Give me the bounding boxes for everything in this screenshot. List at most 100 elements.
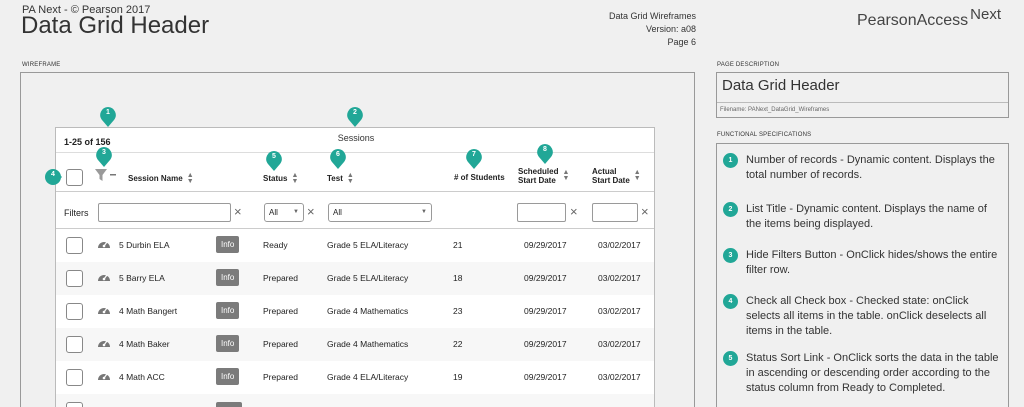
scheduled-date-cell: 09/29/2017 (524, 240, 567, 250)
scheduled-header-line1: Scheduled (518, 167, 559, 176)
spec-number: 4 (723, 294, 738, 309)
filter-icon (95, 169, 116, 181)
page-description-filename: Filename: PANext_DataGrid_Wireframes (717, 102, 1008, 117)
test-filter-value: All (333, 208, 342, 217)
info-button[interactable]: Info (216, 269, 240, 286)
session-name-filter-input[interactable] (98, 203, 231, 222)
clear-filter-icon[interactable]: × (234, 204, 242, 219)
column-session-name[interactable]: Session Name ▲ ▼ (128, 172, 194, 185)
status-filter-value: All (269, 208, 278, 217)
page-title: Data Grid Header (21, 12, 210, 39)
filter-row: Filters × All ▼ × All ▼ × × (56, 193, 654, 229)
students-cell: 22 (453, 339, 463, 349)
filters-label: Filters (64, 208, 89, 218)
scheduled-date-cell: 09/29/2017 (524, 339, 567, 349)
sort-icon: ▲ ▼ (562, 169, 570, 182)
sort-icon: ▲ ▼ (346, 172, 354, 185)
students-cell: 21 (453, 240, 463, 250)
column-status[interactable]: Status ▲ ▼ (263, 172, 299, 185)
table-row[interactable]: 4 Math ACC Info Prepared Grade 4 ELA/Lit… (56, 361, 654, 394)
info-button[interactable] (216, 402, 242, 407)
session-name[interactable]: 5 Durbin ELA (119, 240, 170, 250)
callout-badge: 2 (346, 106, 364, 127)
wireframe-label: WIREFRAME (22, 62, 61, 68)
table-row[interactable]: 4 Math Baker Info Prepared Grade 4 Mathe… (56, 328, 654, 361)
students-cell: 19 (453, 372, 463, 382)
meta-page: Page 6 (667, 37, 696, 47)
info-button[interactable]: Info (216, 335, 240, 352)
table-row[interactable]: 5 Durbin ELA Info Ready Grade 5 ELA/Lite… (56, 229, 654, 262)
gauge-icon (98, 373, 110, 380)
session-name[interactable]: 4 Math Baker (119, 339, 170, 349)
callout-number: 8 (543, 146, 547, 153)
test-cell: Grade 4 Mathematics (327, 306, 409, 316)
sort-icon: ▲ ▼ (291, 172, 299, 185)
callout-number: 7 (472, 151, 476, 158)
actual-date-filter-input[interactable] (592, 203, 638, 222)
spec-text: Status Sort Link - OnClick sorts the dat… (746, 352, 999, 394)
brand-logo: PearsonAccess Next (857, 6, 1001, 30)
row-checkbox[interactable] (66, 270, 83, 287)
callout-number: 3 (102, 149, 106, 156)
callout-number: 1 (106, 109, 110, 116)
row-checkbox[interactable] (66, 237, 83, 254)
callout-badge: 4 (44, 168, 62, 188)
functional-spec-label: FUNCTIONAL SPECIFICATIONS (717, 132, 812, 138)
test-filter-select[interactable]: All ▼ (328, 203, 432, 222)
gauge-icon (98, 307, 110, 314)
clear-filter-icon[interactable]: × (307, 204, 315, 219)
row-checkbox[interactable] (66, 402, 83, 407)
gauge-icon (98, 340, 110, 347)
info-button[interactable]: Info (216, 368, 240, 385)
session-name[interactable]: 4 Math Bangert (119, 306, 177, 316)
callout-badge: 6 (329, 148, 347, 169)
status-cell: Prepared (263, 273, 298, 283)
gauge-icon (98, 241, 110, 248)
spec-text: Number of records - Dynamic content. Dis… (746, 154, 995, 181)
caret-down-icon: ▼ (293, 209, 299, 215)
table-row[interactable]: 5 Barry ELA Info Prepared Grade 5 ELA/Li… (56, 262, 654, 295)
data-grid: 1-25 of 156 Sessions Session Name ▲ ▼ Stat… (55, 127, 655, 407)
test-cell: Grade 5 ELA/Literacy (327, 240, 409, 250)
hide-filters-button[interactable] (94, 167, 118, 188)
scheduled-date-cell: 09/29/2017 (524, 306, 567, 316)
row-checkbox[interactable] (66, 369, 83, 386)
session-name[interactable]: 5 Barry ELA (119, 273, 165, 283)
row-checkbox[interactable] (66, 336, 83, 353)
sort-icon: ▲ ▼ (186, 172, 194, 185)
column-test[interactable]: Test ▲ ▼ (327, 172, 354, 185)
spec-text: Check all Check box - Checked state: onC… (746, 295, 987, 337)
brand-name: PearsonAccess (857, 12, 969, 29)
session-name-header: Session Name (128, 174, 183, 184)
clear-filter-icon[interactable]: × (570, 204, 578, 219)
status-header: Status (263, 174, 288, 184)
callout-number: 2 (353, 109, 357, 116)
scheduled-date-cell: 09/29/2017 (524, 273, 567, 283)
callout-number: 4 (51, 171, 55, 178)
table-row[interactable] (56, 394, 654, 407)
scheduled-header-line2: Start Date (518, 176, 556, 185)
column-actual-start[interactable]: Actual Start Date ▲ ▼ (592, 167, 641, 185)
page-description-title: Data Grid Header (722, 77, 840, 94)
spec-item: 5 Status Sort Link - OnClick sorts the da… (723, 351, 1005, 396)
spec-text: List Title - Dynamic content. Displays t… (746, 203, 987, 230)
grid-header-row: Session Name ▲ ▼ Status ▲ ▼ Test ▲ ▼ # of Stud… (56, 152, 654, 192)
caret-down-icon: ▼ (421, 209, 427, 215)
check-all-checkbox[interactable] (66, 169, 83, 186)
spec-text: Hide Filters Button - OnClick hides/show… (746, 249, 998, 276)
info-button[interactable]: Info (216, 236, 240, 253)
clear-filter-icon[interactable]: × (641, 204, 649, 219)
info-button[interactable]: Info (216, 302, 240, 319)
table-row[interactable]: 4 Math Bangert Info Prepared Grade 4 Mat… (56, 295, 654, 328)
session-name[interactable]: 4 Math ACC (119, 372, 165, 382)
test-header: Test (327, 174, 343, 184)
spec-number: 2 (723, 202, 738, 217)
actual-date-cell: 03/02/2017 (598, 306, 641, 316)
status-filter-select[interactable]: All ▼ (264, 203, 304, 222)
row-checkbox[interactable] (66, 303, 83, 320)
actual-date-cell: 03/02/2017 (598, 273, 641, 283)
spec-number: 3 (723, 248, 738, 263)
column-scheduled-start[interactable]: Scheduled Start Date ▲ ▼ (518, 167, 569, 185)
meta-version: Version: a08 (645, 24, 696, 34)
scheduled-date-filter-input[interactable] (517, 203, 566, 222)
